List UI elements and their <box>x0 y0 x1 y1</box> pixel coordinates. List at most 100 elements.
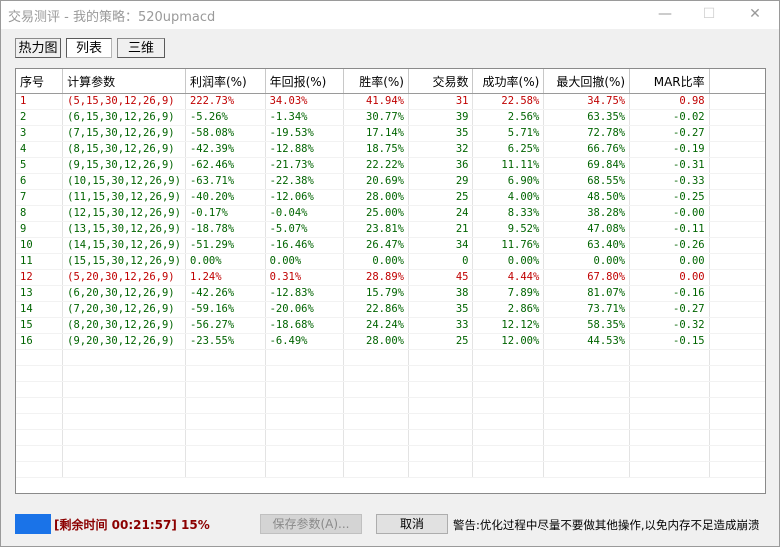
title-bar[interactable]: 交易测评 - 我的策略：520upmacd — ☐ ✕ <box>1 1 779 29</box>
close-icon[interactable]: ✕ <box>733 1 777 29</box>
cell-max-drawdown: 67.80% <box>543 269 631 286</box>
header-trades[interactable]: 交易数 <box>408 69 474 94</box>
tab-list[interactable]: 列表 <box>66 38 112 58</box>
empty-cell <box>343 429 409 446</box>
header-success-rate[interactable]: 成功率(%) <box>472 69 545 94</box>
empty-row <box>16 445 765 462</box>
cell-profit-rate: -63.71% <box>185 173 266 190</box>
empty-cell <box>16 349 64 366</box>
cell-success-rate: 6.90% <box>472 173 545 190</box>
empty-cell <box>408 349 474 366</box>
cell-trades: 39 <box>408 109 474 126</box>
cell-profit-rate: -51.29% <box>185 237 266 254</box>
minimize-icon[interactable]: — <box>643 1 687 29</box>
empty-cell <box>62 349 186 366</box>
table-row[interactable]: 2 (6,15,30,12,26,9) -5.26% -1.34% 30.77% 39 2.… <box>16 109 765 126</box>
table-row[interactable]: 16 (9,20,30,12,26,9) -23.55% -6.49% 28.00% 25… <box>16 333 765 350</box>
empty-cell <box>408 445 474 462</box>
cell-trades: 33 <box>408 317 474 334</box>
header-profit-rate[interactable]: 利润率(%) <box>185 69 266 94</box>
cell-win-rate: 25.00% <box>343 205 409 222</box>
table-row[interactable]: 4 (8,15,30,12,26,9) -42.39% -12.88% 18.75% 32… <box>16 141 765 158</box>
empty-cell <box>629 413 710 430</box>
table-header-row: 序号 计算参数 利润率(%) 年回报(%) 胜率(%) 交易数 成功率(%) 最… <box>16 69 765 94</box>
table-row[interactable]: 8 (12,15,30,12,26,9) -0.17% -0.04% 25.00% 24 8… <box>16 205 765 222</box>
cell-index: 11 <box>16 253 64 270</box>
cell-annual-return: -18.68% <box>265 317 345 334</box>
cell-profit-rate: -62.46% <box>185 157 266 174</box>
cell-index: 2 <box>16 109 64 126</box>
cancel-button[interactable]: 取消 <box>376 514 448 534</box>
header-annual-return[interactable]: 年回报(%) <box>265 69 345 94</box>
cell-mar-ratio: 0.00 <box>629 269 710 286</box>
header-params[interactable]: 计算参数 <box>62 69 186 94</box>
cell-success-rate: 6.25% <box>472 141 545 158</box>
cell-params: (6,15,30,12,26,9) <box>62 109 186 126</box>
table-row[interactable]: 12 (5,20,30,12,26,9) 1.24% 0.31% 28.89% 45 4.4… <box>16 269 765 286</box>
empty-cell <box>16 461 64 478</box>
table-row[interactable]: 15 (8,20,30,12,26,9) -56.27% -18.68% 24.24% 3… <box>16 317 765 334</box>
filler-cell <box>709 221 765 238</box>
cell-win-rate: 23.81% <box>343 221 409 238</box>
results-grid[interactable]: 序号 计算参数 利润率(%) 年回报(%) 胜率(%) 交易数 成功率(%) 最… <box>15 68 766 494</box>
save-params-button[interactable]: 保存参数(A)... <box>260 514 362 534</box>
header-index[interactable]: 序号 <box>16 69 64 94</box>
table-row[interactable]: 13 (6,20,30,12,26,9) -42.26% -12.83% 15.79% 3… <box>16 285 765 302</box>
table-row[interactable]: 5 (9,15,30,12,26,9) -62.46% -21.73% 22.22% 36… <box>16 157 765 174</box>
cell-trades: 35 <box>408 125 474 142</box>
empty-cell <box>629 397 710 414</box>
table-row[interactable]: 10 (14,15,30,12,26,9) -51.29% -16.46% 26.47%… <box>16 237 765 254</box>
tab-heatmap[interactable]: 热力图 <box>15 38 61 58</box>
cell-max-drawdown: 47.08% <box>543 221 631 238</box>
empty-cell <box>343 445 409 462</box>
empty-row <box>16 461 765 478</box>
cell-max-drawdown: 58.35% <box>543 317 631 334</box>
cell-win-rate: 24.24% <box>343 317 409 334</box>
empty-cell <box>185 461 266 478</box>
table-row[interactable]: 7 (11,15,30,12,26,9) -40.20% -12.06% 28.00% 2… <box>16 189 765 206</box>
cell-trades: 36 <box>408 157 474 174</box>
cell-success-rate: 22.58% <box>472 93 545 110</box>
header-max-drawdown[interactable]: 最大回撤(%) <box>543 69 631 94</box>
cell-params: (13,15,30,12,26,9) <box>62 221 186 238</box>
tab-3d[interactable]: 三维 <box>117 38 165 58</box>
table-row[interactable]: 9 (13,15,30,12,26,9) -18.78% -5.07% 23.81% 21… <box>16 221 765 238</box>
empty-cell <box>472 413 545 430</box>
empty-cell <box>543 365 631 382</box>
header-mar-ratio[interactable]: MAR比率 <box>629 69 710 94</box>
empty-cell <box>408 429 474 446</box>
cell-index: 7 <box>16 189 64 206</box>
empty-cell <box>408 461 474 478</box>
cell-trades: 25 <box>408 189 474 206</box>
cell-params: (9,15,30,12,26,9) <box>62 157 186 174</box>
warning-text: 警告:优化过程中尽量不要做其他操作,以免内存不足造成崩溃 <box>453 518 760 532</box>
empty-cell <box>543 413 631 430</box>
cell-win-rate: 17.14% <box>343 125 409 142</box>
cell-mar-ratio: -0.27 <box>629 125 710 142</box>
empty-cell <box>709 461 765 478</box>
cell-mar-ratio: -0.32 <box>629 317 710 334</box>
table-row[interactable]: 14 (7,20,30,12,26,9) -59.16% -20.06% 22.86% 3… <box>16 301 765 318</box>
cell-max-drawdown: 72.78% <box>543 125 631 142</box>
cell-params: (5,20,30,12,26,9) <box>62 269 186 286</box>
empty-cell <box>709 397 765 414</box>
table-row[interactable]: 1 (5,15,30,12,26,9) 222.73% 34.03% 41.94% 31 2… <box>16 93 765 110</box>
cell-trades: 25 <box>408 333 474 350</box>
cell-mar-ratio: -0.25 <box>629 189 710 206</box>
cell-trades: 38 <box>408 285 474 302</box>
empty-row <box>16 349 765 366</box>
empty-cell <box>543 429 631 446</box>
table-row[interactable]: 11 (15,15,30,12,26,9) 0.00% 0.00% 0.00% 0 0.00… <box>16 253 765 270</box>
cell-params: (5,15,30,12,26,9) <box>62 93 186 110</box>
header-win-rate[interactable]: 胜率(%) <box>343 69 409 94</box>
cell-annual-return: 0.00% <box>265 253 345 270</box>
empty-cell <box>543 397 631 414</box>
cell-index: 16 <box>16 333 64 350</box>
table-row[interactable]: 3 (7,15,30,12,26,9) -58.08% -19.53% 17.14% 35… <box>16 125 765 142</box>
cell-params: (7,15,30,12,26,9) <box>62 125 186 142</box>
cell-annual-return: -12.83% <box>265 285 345 302</box>
empty-cell <box>265 429 345 446</box>
table-row[interactable]: 6 (10,15,30,12,26,9) -63.71% -22.38% 20.69% 2… <box>16 173 765 190</box>
cell-annual-return: -21.73% <box>265 157 345 174</box>
empty-cell <box>265 381 345 398</box>
